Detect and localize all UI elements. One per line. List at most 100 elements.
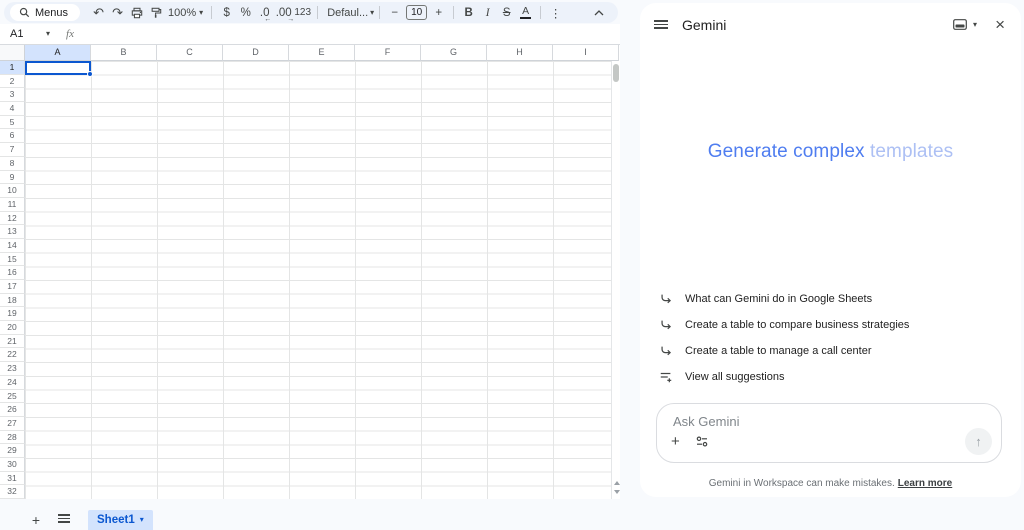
column-header-c[interactable]: C [157,45,223,61]
italic-button[interactable]: I [478,4,497,22]
row-header-12[interactable]: 12 [0,211,25,226]
row-header-11[interactable]: 11 [0,197,25,212]
hero-primary-text: Generate complex [707,141,865,162]
learn-more-link[interactable]: Learn more [898,478,952,489]
column-header-a[interactable]: A [25,45,91,61]
column-header-g[interactable]: G [421,45,487,61]
attach-button[interactable]: + [671,433,680,450]
hero-title: Generate complex templates [640,141,1021,163]
row-header-19[interactable]: 19 [0,307,25,322]
scroll-down-arrow-icon[interactable] [614,490,620,494]
chevron-down-icon[interactable]: ▾ [46,30,50,38]
select-all-corner[interactable] [0,45,25,61]
suggestion-item[interactable]: What can Gemini do in Google Sheets [640,286,1021,312]
spreadsheet-cells[interactable] [25,61,612,499]
row-header-8[interactable]: 8 [0,156,25,171]
row-header-17[interactable]: 17 [0,280,25,294]
chevron-down-icon: ▾ [370,7,375,17]
format-currency-button[interactable]: $ [217,4,236,22]
row-header-21[interactable]: 21 [0,334,25,349]
row-header-27[interactable]: 27 [0,416,25,431]
collapse-toolbar-button[interactable] [589,4,608,22]
row-header-1[interactable]: 1 [0,61,25,75]
paint-format-button[interactable] [146,4,165,22]
row-header-3[interactable]: 3 [0,88,25,103]
row-header-25[interactable]: 25 [0,389,25,404]
more-options-button[interactable]: ⋮ [546,4,565,22]
toolbar-divider [540,6,542,19]
tune-button[interactable] [695,435,709,448]
menus-label: Menus [35,6,69,19]
row-header-30[interactable]: 30 [0,457,25,472]
column-header-b[interactable]: B [91,45,157,61]
font-size-input[interactable]: 10 [406,5,428,20]
search-icon [19,7,30,18]
gemini-panel: Gemini ▾ × Generate complex templates Wh… [640,3,1021,497]
chevron-down-icon: ▾ [199,7,204,17]
row-header-32[interactable]: 32 [0,485,25,499]
bold-button[interactable]: B [459,4,478,22]
fx-icon: fx [66,28,74,40]
ask-gemini-input[interactable] [673,414,973,429]
row-header-10[interactable]: 10 [0,184,25,198]
menus-button[interactable]: Menus [10,4,81,21]
row-header-26[interactable]: 26 [0,403,25,417]
row-header-2[interactable]: 2 [0,74,25,89]
suggestion-item[interactable]: Create a table to manage a call center [640,338,1021,364]
column-header-d[interactable]: D [223,45,289,61]
increase-font-size-button[interactable]: + [429,4,448,22]
row-header-9[interactable]: 9 [0,170,25,185]
menu-button[interactable] [654,18,668,31]
format-percent-button[interactable]: % [236,4,255,22]
undo-button[interactable]: ↶ [89,4,108,22]
row-header-5[interactable]: 5 [0,115,25,130]
row-header-24[interactable]: 24 [0,375,25,390]
scroll-up-arrow-icon[interactable] [614,481,620,485]
row-header-14[interactable]: 14 [0,238,25,253]
add-sheet-button[interactable]: + [26,512,46,528]
number-format-button[interactable]: 123 [293,4,312,22]
row-header-18[interactable]: 18 [0,293,25,308]
vertical-scrollbar-thumb[interactable] [613,64,619,82]
suggestion-item[interactable]: Create a table to compare business strat… [640,312,1021,338]
row-header-6[interactable]: 6 [0,129,25,144]
row-header-20[interactable]: 20 [0,321,25,335]
close-icon[interactable]: × [995,16,1005,33]
column-header-e[interactable]: E [289,45,355,61]
row-header-29[interactable]: 29 [0,444,25,458]
zoom-control[interactable]: 100% ▾ [168,7,203,19]
redo-button[interactable]: ↷ [108,4,127,22]
font-family-select[interactable]: Defaul... [327,7,368,19]
increase-decimal-button[interactable]: .00 → [274,4,295,23]
all-sheets-button[interactable] [54,512,74,528]
send-button[interactable]: ↑ [965,428,992,455]
view-all-suggestions[interactable]: View all suggestions [640,364,1021,390]
name-box[interactable]: A1 [0,28,46,40]
row-header-28[interactable]: 28 [0,430,25,445]
column-header-f[interactable]: F [355,45,421,61]
sheet-tab-sheet1[interactable]: Sheet1 ▾ [88,510,153,530]
strikethrough-button[interactable]: S [497,4,516,22]
main-toolbar: Menus ↶ ↷ 100% ▾ $ % .0 ← .00 → 123 Defa… [4,2,618,23]
row-header-4[interactable]: 4 [0,102,25,116]
row-header-31[interactable]: 31 [0,471,25,486]
formula-input[interactable] [74,24,620,44]
row-header-15[interactable]: 15 [0,252,25,267]
chevron-down-icon[interactable]: ▾ [973,20,977,29]
decrease-font-size-button[interactable]: − [385,4,404,22]
row-header-7[interactable]: 7 [0,143,25,157]
column-header-h[interactable]: H [487,45,553,61]
row-header-22[interactable]: 22 [0,348,25,363]
column-header-i[interactable]: I [553,45,619,61]
row-header-23[interactable]: 23 [0,362,25,376]
zoom-value: 100% [168,6,197,19]
row-header-16[interactable]: 16 [0,266,25,280]
dock-panel-button[interactable] [953,19,967,30]
fill-handle[interactable] [87,71,93,77]
decrease-decimal-button[interactable]: .0 ← [255,4,274,23]
row-header-13[interactable]: 13 [0,225,25,239]
disclaimer-text: Gemini in Workspace can make mistakes. [708,478,895,489]
active-cell-a1[interactable] [25,61,93,77]
print-button[interactable] [127,4,146,22]
text-color-button[interactable]: A [516,4,535,22]
